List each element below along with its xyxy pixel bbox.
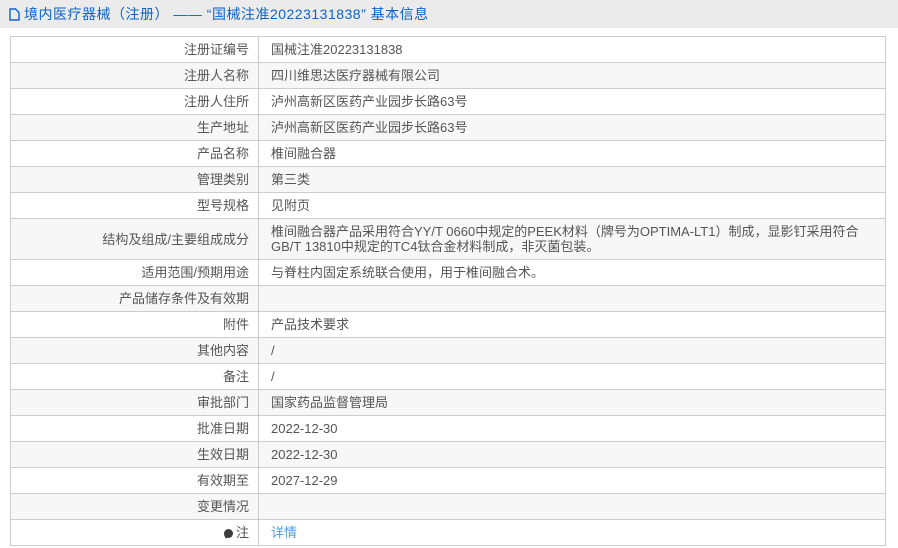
row-value: 2022-12-30 [258,415,886,442]
header-bar: 境内医疗器械（注册） —— “国械注准20223131838” 基本信息 [0,0,898,28]
row-label: 有效期至 [10,467,259,494]
table-row: 审批部门 国家药品监督管理局 [10,389,886,416]
row-label: 生效日期 [10,441,259,468]
row-label: 附件 [10,311,259,338]
row-label: 批准日期 [10,415,259,442]
row-value: 2022-12-30 [258,441,886,468]
table-row: 注 详情 [10,519,886,546]
row-label: 其他内容 [10,337,259,364]
row-label-text: 型号规格 [196,198,249,213]
row-label: 注册证编号 [10,36,259,63]
row-value: 见附页 [258,192,886,219]
row-label-text: 注册人名称 [183,68,249,83]
row-value: 椎间融合器 [258,140,886,167]
row-label-text: 生产地址 [196,120,249,135]
row-value: / [258,337,886,364]
row-label-text: 注册证编号 [183,42,249,57]
row-value: 与脊柱内固定系统联合使用，用于椎间融合术。 [258,259,886,286]
row-value: 椎间融合器产品采用符合YY/T 0660中规定的PEEK材料（牌号为OPTIMA… [258,218,886,260]
row-value [258,493,886,520]
note-balloon-icon [223,529,233,539]
table-row: 批准日期 2022-12-30 [10,415,886,442]
table-row: 注册人名称 四川维思达医疗器械有限公司 [10,62,886,89]
row-label-text: 注册人住所 [183,94,249,109]
row-label-text: 其他内容 [196,343,249,358]
row-value: 详情 [258,519,886,546]
row-value: 四川维思达医疗器械有限公司 [258,62,886,89]
row-label-text: 备注 [222,369,249,384]
row-label-text: 结构及组成/主要组成成分 [102,231,249,247]
row-label: 注册人住所 [10,88,259,115]
detail-link[interactable]: 详情 [271,525,297,540]
row-value: 泸州高新区医药产业园步长路63号 [258,114,886,141]
row-value: 2027-12-29 [258,467,886,494]
table-row: 有效期至 2027-12-29 [10,467,886,494]
row-label-text: 生效日期 [196,447,249,462]
row-label: 型号规格 [10,192,259,219]
row-value: 第三类 [258,166,886,193]
row-value: 泸州高新区医药产业园步长路63号 [258,88,886,115]
row-label: 管理类别 [10,166,259,193]
table-row: 产品储存条件及有效期 [10,285,886,312]
row-value: / [258,363,886,390]
row-label-text: 注 [235,525,249,540]
row-label-text: 管理类别 [196,172,249,187]
row-label-text: 适用范围/预期用途 [141,265,249,280]
row-label-text: 批准日期 [196,421,249,436]
table-row: 适用范围/预期用途 与脊柱内固定系统联合使用，用于椎间融合术。 [10,259,886,286]
row-value: 产品技术要求 [258,311,886,338]
table-row: 生效日期 2022-12-30 [10,441,886,468]
row-label: 备注 [10,363,259,390]
document-icon [9,7,20,21]
row-label-text: 变更情况 [196,499,249,514]
table-row: 生产地址 泸州高新区医药产业园步长路63号 [10,114,886,141]
row-label-text: 审批部门 [196,395,249,410]
row-label-text: 附件 [222,317,249,332]
table-row: 型号规格 见附页 [10,192,886,219]
row-label: 产品名称 [10,140,259,167]
row-value: 国械注准20223131838 [258,36,886,63]
row-label: 注册人名称 [10,62,259,89]
table-row: 注册证编号 国械注准20223131838 [10,36,886,63]
table-row: 注册人住所 泸州高新区医药产业园步长路63号 [10,88,886,115]
row-label: 产品储存条件及有效期 [10,285,259,312]
row-label-text: 产品储存条件及有效期 [118,291,249,306]
row-label: 注 [10,519,259,546]
registration-info-table: 注册证编号 国械注准20223131838 注册人名称 四川维思达医疗器械有限公司 注册… [10,36,886,546]
table-row: 产品名称 椎间融合器 [10,140,886,167]
table-row: 结构及组成/主要组成成分 椎间融合器产品采用符合YY/T 0660中规定的PEEK… [10,218,886,260]
row-value [258,285,886,312]
row-value: 国家药品监督管理局 [258,389,886,416]
table-row: 变更情况 [10,493,886,520]
row-label: 适用范围/预期用途 [10,259,259,286]
row-label: 生产地址 [10,114,259,141]
row-label: 变更情况 [10,493,259,520]
row-label: 审批部门 [10,389,259,416]
table-row: 附件 产品技术要求 [10,311,886,338]
table-row: 管理类别 第三类 [10,166,886,193]
table-row: 备注 / [10,363,886,390]
table-row: 其他内容 / [10,337,886,364]
registration-table-body: 注册证编号 国械注准20223131838 注册人名称 四川维思达医疗器械有限公司 注册… [10,36,886,546]
row-label-text: 产品名称 [196,146,249,161]
row-label: 结构及组成/主要组成成分 [10,218,259,260]
page-title: 境内医疗器械（注册） —— “国械注准20223131838” 基本信息 [24,6,429,22]
row-label-text: 有效期至 [196,473,249,488]
